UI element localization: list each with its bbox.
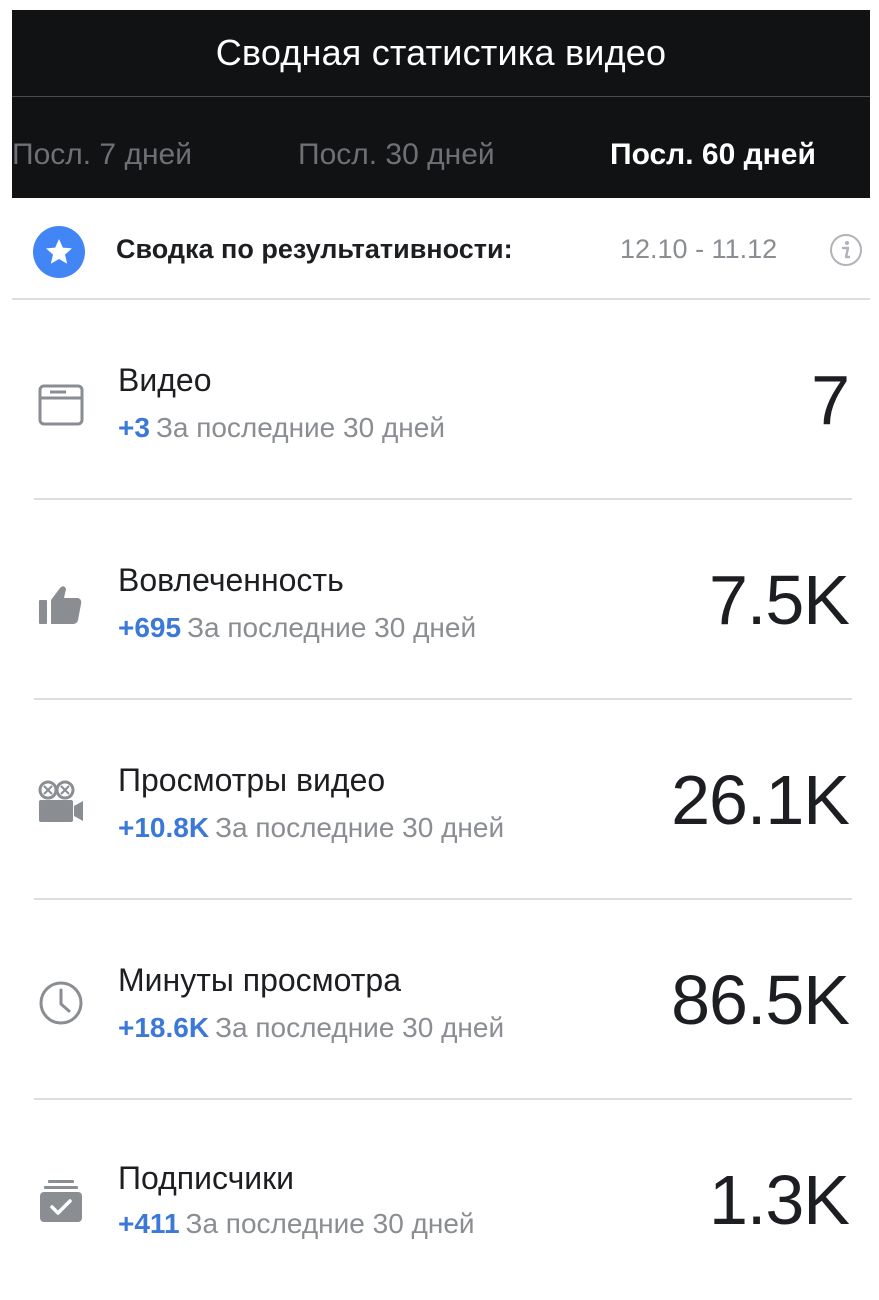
metric-delta-line: +695 За последние 30 дней [118,612,476,644]
clock-icon [36,978,86,1028]
metric-delta: +411 [118,1208,180,1239]
metric-value: 26.1K [671,761,850,839]
metric-period: За последние 30 дней [215,1012,505,1043]
summary-label: Сводка по результативности: [116,234,513,264]
metric-name: Подписчики [118,1160,295,1196]
metric-delta-line: +18.6K За последние 30 дней [118,1012,504,1044]
header-bar: Сводная статистика видео Посл. 7 дней По… [12,10,870,198]
metric-name: Просмотры видео [118,762,386,798]
tab-last-7-days[interactable]: Посл. 7 дней [12,138,192,172]
metric-value: 7.5K [709,561,850,639]
tab-last-60-days[interactable]: Посл. 60 дней [610,138,816,172]
info-icon[interactable] [828,232,864,268]
tab-last-30-days[interactable]: Посл. 30 дней [298,138,495,172]
metric-period: За последние 30 дней [187,612,477,643]
metric-delta-line: +10.8K За последние 30 дней [118,812,504,844]
metric-delta: +10.8K [118,812,210,843]
metric-row-videos[interactable] [0,300,879,500]
thumbs-up-icon [36,580,86,630]
movie-camera-icon [36,778,86,828]
metric-delta: +18.6K [118,1012,210,1043]
page-title: Сводная статистика видео [215,32,667,73]
header-divider [12,96,870,97]
video-library-icon [36,380,86,430]
metric-name: Вовлеченность [118,562,344,598]
metric-delta: +3 [118,412,150,443]
subscribed-box-icon [36,1176,86,1226]
metric-value: 7 [811,361,850,439]
metric-period: За последние 30 дней [185,1208,475,1239]
star-icon [33,226,85,278]
summary-date-range: 12.10 - 11.12 [620,234,778,264]
metric-period: За последние 30 дней [215,812,505,843]
metric-name: Минуты просмотра [118,962,402,998]
metric-delta: +695 [118,612,182,643]
metric-period: За последние 30 дней [155,412,445,443]
metric-delta-line: +411 За последние 30 дней [118,1208,475,1240]
metric-value: 1.3K [709,1161,850,1239]
metric-name: Видео [118,362,212,398]
metric-value: 86.5K [671,961,850,1039]
metric-delta-line: +3 За последние 30 дней [118,412,445,444]
